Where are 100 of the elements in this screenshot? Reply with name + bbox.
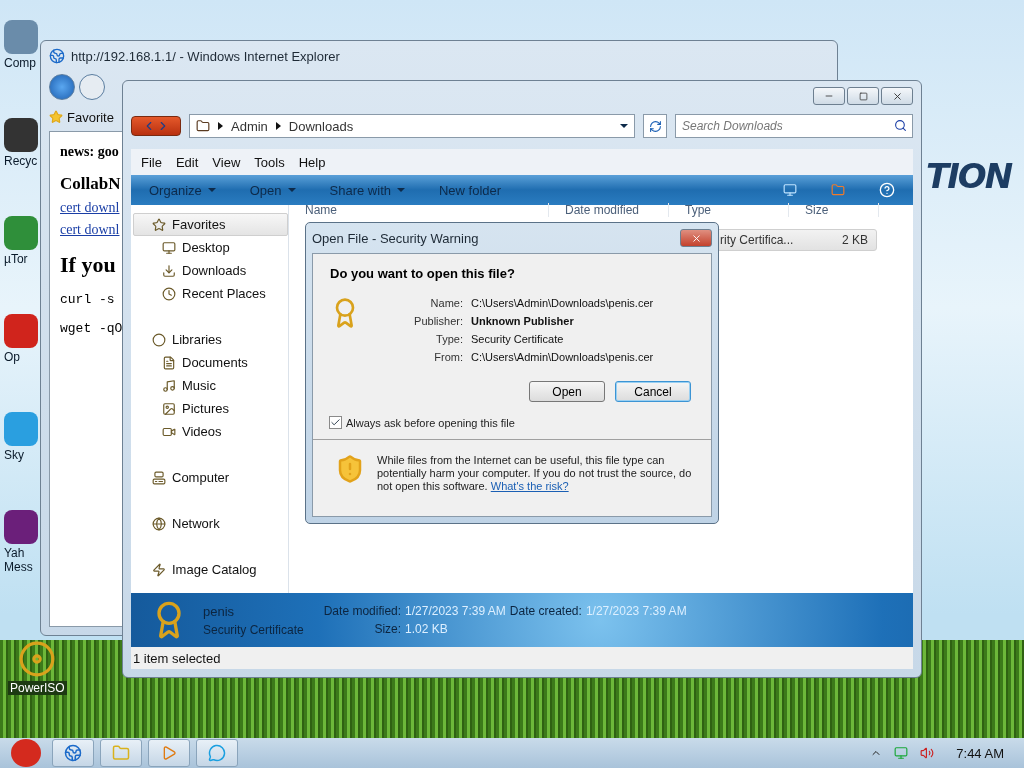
taskbar-button[interactable]: [100, 739, 142, 767]
detail-value: 1/27/2023 7:39 AM: [405, 604, 506, 618]
code-line: curl -s: [60, 292, 115, 307]
maximize-icon: [858, 91, 868, 101]
close-icon: [690, 232, 702, 244]
desktop-icon-label[interactable]: Op: [4, 350, 38, 364]
nav-item[interactable]: Favorites: [133, 213, 288, 236]
field-value: C:\Users\Admin\Downloads\penis.cer: [471, 351, 654, 363]
nav-item[interactable]: Pictures: [133, 397, 288, 420]
nav-item[interactable]: Desktop: [133, 236, 288, 259]
minimize-button[interactable]: [813, 87, 845, 105]
checkbox[interactable]: [329, 416, 342, 429]
status-text: 1 item selected: [133, 650, 221, 666]
desktop-app-icon[interactable]: [4, 314, 38, 348]
refresh-button[interactable]: [643, 114, 667, 138]
chat-icon: [208, 744, 226, 762]
close-button[interactable]: [680, 229, 712, 247]
nav-item[interactable]: Network: [133, 512, 288, 535]
disc-icon[interactable]: [18, 640, 57, 678]
desktop-icon-label[interactable]: Yah Mess: [4, 546, 38, 574]
nav-item[interactable]: Libraries: [133, 328, 288, 351]
window-title: http://192.168.1.1/ - Windows Internet Explorer: [71, 48, 341, 64]
menu-item[interactable]: File: [141, 154, 162, 170]
desktop-icon-label[interactable]: Sky: [4, 448, 38, 462]
nav-item[interactable]: Downloads: [133, 259, 288, 282]
desktop-icon-label[interactable]: Recyc: [4, 154, 38, 168]
maximize-button[interactable]: [847, 87, 879, 105]
pictures-icon: [162, 401, 176, 416]
detail-label: Size:: [373, 622, 402, 636]
favorites-button[interactable]: Favorite: [67, 109, 114, 125]
desktop-app-icon[interactable]: [4, 118, 38, 152]
desktop-icon: [162, 240, 176, 255]
search-icon[interactable]: [894, 119, 907, 132]
field-label: Publisher:: [413, 315, 463, 327]
field-label: Type:: [435, 333, 463, 345]
desktop-icon-label[interactable]: PowerISO: [8, 681, 67, 695]
nav-item[interactable]: Computer: [133, 466, 288, 489]
address-bar[interactable]: Admin Downloads: [189, 114, 635, 138]
desktop-icon-label[interactable]: Comp: [4, 56, 38, 70]
nav-item[interactable]: Image Catalog: [133, 558, 288, 581]
field-value: Security Certificate: [471, 333, 565, 345]
close-icon: [891, 90, 903, 102]
page-text: news: goo: [60, 144, 119, 160]
network-icon[interactable]: [894, 746, 909, 760]
search-field[interactable]: Search Downloads: [675, 114, 913, 138]
folder-icon: [112, 744, 130, 762]
back-button[interactable]: [49, 74, 75, 100]
forward-button[interactable]: [79, 74, 105, 100]
network-icon: [152, 516, 166, 531]
menu-item[interactable]: View: [212, 154, 241, 170]
nav-item[interactable]: Recent Places: [133, 282, 288, 305]
desktop-icon-label[interactable]: µTor: [4, 252, 38, 266]
file-name: penis: [203, 603, 236, 619]
preview-pane-icon[interactable]: [831, 183, 845, 197]
page-link[interactable]: cert downl: [60, 222, 120, 238]
back-forward-button[interactable]: [131, 116, 181, 136]
page-link[interactable]: cert downl: [60, 200, 120, 216]
detail-value: 1.02 KB: [405, 622, 449, 636]
column-header[interactable]: Name: [289, 203, 549, 217]
field-label: Name:: [429, 297, 463, 309]
risk-link[interactable]: What's the risk?: [490, 480, 569, 492]
help-icon[interactable]: [879, 182, 895, 198]
view-icon[interactable]: [783, 183, 797, 197]
field-value: Unknown Publisher: [471, 315, 575, 327]
field-value: C:\Users\Admin\Downloads\penis.cer: [471, 297, 654, 309]
chevron-icon: [218, 122, 223, 130]
chevron-icon: [275, 122, 281, 130]
column-header[interactable]: Type: [669, 203, 789, 217]
star-icon: [152, 217, 166, 232]
star-icon[interactable]: [49, 110, 63, 124]
breadcrumb-item[interactable]: Downloads: [288, 118, 354, 134]
volume-icon[interactable]: [920, 746, 935, 760]
menu-item[interactable]: Edit: [175, 154, 199, 170]
nav-item[interactable]: Documents: [133, 351, 288, 374]
menu-item[interactable]: Help: [298, 154, 326, 170]
checkbox-label[interactable]: Always ask before opening this file: [346, 416, 515, 429]
column-header[interactable]: Date modified: [549, 203, 669, 217]
desktop-app-icon[interactable]: [4, 510, 38, 544]
taskbar-button[interactable]: [196, 739, 238, 767]
taskbar-button[interactable]: [52, 739, 94, 767]
nav-item[interactable]: Music: [133, 374, 288, 397]
nav-item[interactable]: Videos: [133, 420, 288, 443]
menu-item[interactable]: Tools: [254, 154, 285, 170]
column-header[interactable]: Size: [789, 203, 879, 217]
dropdown-icon[interactable]: [620, 124, 628, 128]
field-label: From:: [433, 351, 463, 363]
downloads-icon: [162, 263, 176, 278]
computer-icon: [152, 470, 166, 485]
dialog-button[interactable]: Open: [529, 381, 605, 402]
taskbar-button[interactable]: [148, 739, 190, 767]
page-text: CollabN: [60, 174, 121, 194]
close-button[interactable]: [881, 87, 913, 105]
warning-text: While files from the Internet can be useful, this file type can potentially harm your computer. If you do not trust the source, do not open this software. What's the risk?: [377, 454, 693, 493]
breadcrumb-item[interactable]: Admin: [231, 118, 268, 134]
play-icon: [161, 745, 177, 761]
clock[interactable]: 7:44 AM: [956, 745, 1004, 761]
wallpaper-text: TION: [926, 156, 1012, 196]
dialog-button[interactable]: Cancel: [615, 381, 691, 402]
folder-icon: [196, 119, 210, 133]
detail-label: Date created:: [509, 604, 582, 618]
